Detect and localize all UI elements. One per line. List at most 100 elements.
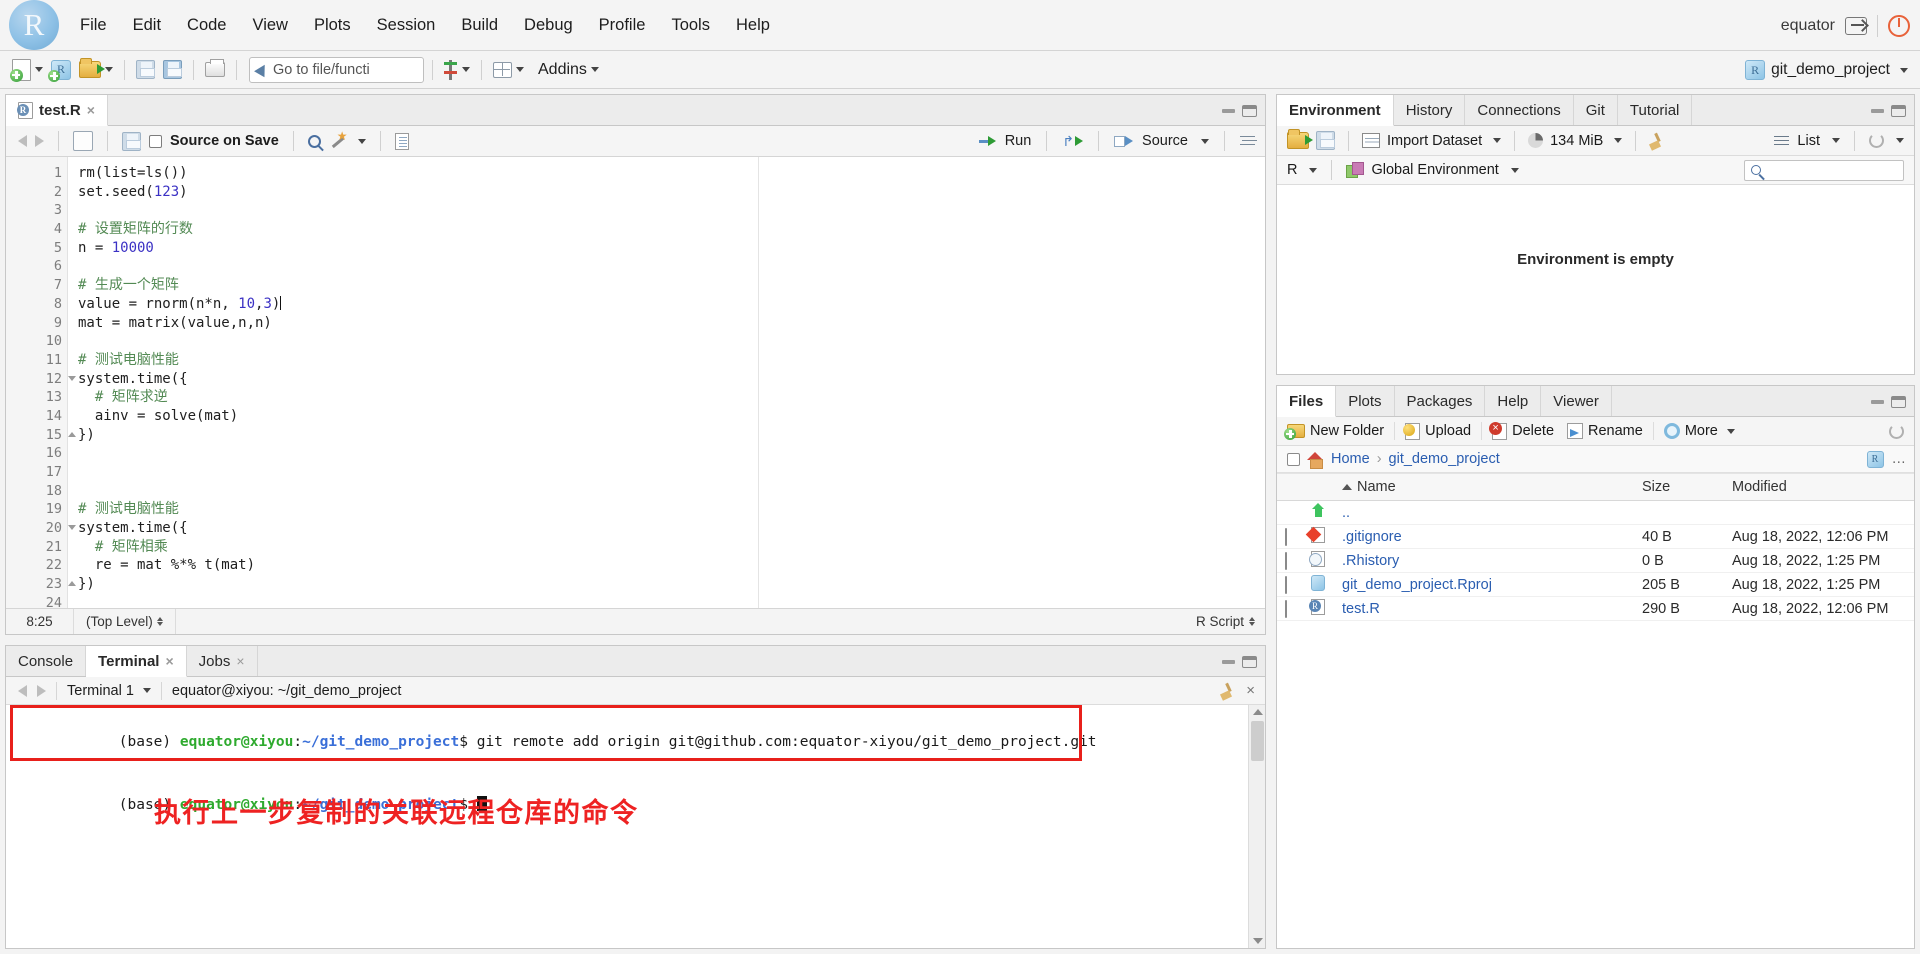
rename-button[interactable]: Rename [1567,423,1643,439]
code-tools-icon[interactable] [329,129,348,150]
compile-report-icon[interactable] [394,132,409,150]
new-file-button[interactable] [9,57,46,83]
code-line[interactable]: # 矩阵相乘 [78,538,1265,557]
table-row[interactable]: test.R 290 BAug 18, 2022, 12:06 PM [1277,596,1914,621]
file-link[interactable]: git_demo_project.Rproj [1342,577,1492,593]
rerun-icon[interactable] [1062,133,1083,150]
chevron-down-icon[interactable] [1896,138,1904,143]
terminal-scrollbar[interactable] [1248,705,1265,948]
code-line[interactable] [78,463,1265,482]
minimize-icon[interactable] [1222,108,1235,113]
scope-selector[interactable]: (Top Level) [74,608,176,634]
chevron-down-icon[interactable] [1510,167,1519,173]
code-line[interactable]: }) [78,575,1265,594]
project-selector[interactable]: R git_demo_project [1745,51,1908,89]
more-button[interactable]: More [1663,423,1735,439]
chevron-down-icon[interactable] [1832,138,1840,143]
print-button[interactable] [202,57,228,83]
menu-plots[interactable]: Plots [301,11,364,40]
menu-tools[interactable]: Tools [658,11,723,40]
chevron-updown-icon[interactable] [1249,617,1255,626]
memory-usage-label[interactable]: 134 MiB [1550,133,1603,149]
chevron-down-icon[interactable] [105,67,113,72]
maximize-icon[interactable] [1242,104,1257,117]
chevron-down-icon[interactable] [516,67,524,72]
chevron-down-icon[interactable] [1726,428,1735,434]
code-line[interactable]: re = mat %*% t(mat) [78,556,1265,575]
maximize-icon[interactable] [1891,395,1906,408]
scope-selector[interactable]: Global Environment [1371,162,1498,178]
tab-environment[interactable]: Environment [1277,95,1394,126]
view-mode-label[interactable]: List [1797,133,1820,149]
row-checkbox[interactable] [1285,551,1287,570]
menu-view[interactable]: View [239,11,300,40]
row-checkbox[interactable] [1285,527,1287,546]
menu-session[interactable]: Session [364,11,449,40]
minimize-icon[interactable] [1871,399,1884,404]
table-row[interactable]: .. [1277,500,1914,525]
code-line[interactable] [78,201,1265,220]
row-name-cell[interactable]: .Rhistory [1334,548,1634,573]
tab-git[interactable]: Git [1573,95,1618,125]
tab-console[interactable]: Console [6,646,87,676]
clear-console-icon[interactable] [1220,683,1236,699]
pane-layout-button[interactable] [490,57,527,83]
tab-connections[interactable]: Connections [1465,95,1574,125]
table-row[interactable]: .gitignore 40 B Aug 18, 2022, 12:06 PM [1277,524,1914,549]
import-dataset-button[interactable]: Import Dataset [1387,133,1482,149]
file-link[interactable]: .gitignore [1342,529,1402,545]
home-icon[interactable] [1307,451,1324,469]
clear-environment-icon[interactable] [1649,133,1665,149]
scroll-up-icon[interactable] [1253,709,1263,715]
refresh-icon[interactable] [1869,133,1884,148]
back-icon[interactable] [18,135,27,147]
code-editor[interactable]: 1 2 3 4 5 6 7 8 9 10 11 12 13 14 15 16 17 18 19 20 21 22 23 24 … [6,157,1265,608]
breadcrumb-home[interactable]: Home [1331,451,1370,467]
scrollbar-thumb[interactable] [1251,721,1264,761]
logout-icon[interactable] [1845,16,1867,35]
code-line[interactable]: value = rnorm(n*n, 10,3) [78,295,1265,314]
save-workspace-icon[interactable] [1316,131,1335,150]
close-icon[interactable]: × [87,102,95,118]
tab-viewer[interactable]: Viewer [1541,386,1612,416]
code-line[interactable]: }) [78,426,1265,445]
code-line[interactable]: # 生成一个矩阵 [78,276,1265,295]
scroll-down-icon[interactable] [1253,938,1263,944]
menu-file[interactable]: File [67,11,120,40]
forward-icon[interactable] [37,684,46,697]
code-line[interactable] [78,332,1265,351]
more-options-icon[interactable]: … [1892,451,1907,467]
upload-button[interactable]: Upload [1403,422,1471,440]
open-file-button[interactable] [76,57,116,83]
column-modified[interactable]: Modified [1724,473,1914,501]
row-checkbox[interactable] [1285,575,1287,594]
load-workspace-icon[interactable] [1287,129,1313,149]
environment-search-input[interactable] [1744,159,1904,181]
column-name[interactable]: Name [1334,473,1634,501]
language-selector[interactable]: R [1287,162,1297,178]
chevron-down-icon[interactable] [1493,138,1502,143]
chevron-down-icon[interactable] [462,67,470,72]
chevron-down-icon[interactable] [35,67,43,72]
menu-profile[interactable]: Profile [586,11,659,40]
chevron-down-icon[interactable] [142,688,151,693]
menu-code[interactable]: Code [174,11,239,40]
run-icon[interactable] [979,136,996,146]
find-replace-icon[interactable] [307,134,321,148]
code-line[interactable]: # 测试电脑性能 [78,351,1265,370]
terminal-output[interactable]: (base) equator@xiyou:~/git_demo_project$… [6,705,1265,948]
close-icon[interactable]: × [165,653,173,669]
chevron-down-icon[interactable] [1900,67,1908,73]
menu-debug[interactable]: Debug [511,11,586,40]
code-line[interactable] [78,257,1265,276]
show-in-new-window-icon[interactable] [73,131,93,151]
code-line[interactable]: system.time({ [78,519,1265,538]
code-line[interactable]: rm(list=ls()) [78,164,1265,183]
table-row[interactable]: git_demo_project.Rproj 205 B Aug 18, 2022,… [1277,572,1914,597]
code-content[interactable]: rm(list=ls()) set.seed(123) # 设置矩阵的行数 n = 1… [68,157,1265,608]
refresh-icon[interactable] [1889,423,1904,439]
maximize-icon[interactable] [1891,104,1906,117]
breadcrumb-project[interactable]: git_demo_project [1389,451,1500,467]
addins-button[interactable]: Addins [529,57,602,83]
new-folder-button[interactable]: New Folder [1284,423,1384,440]
